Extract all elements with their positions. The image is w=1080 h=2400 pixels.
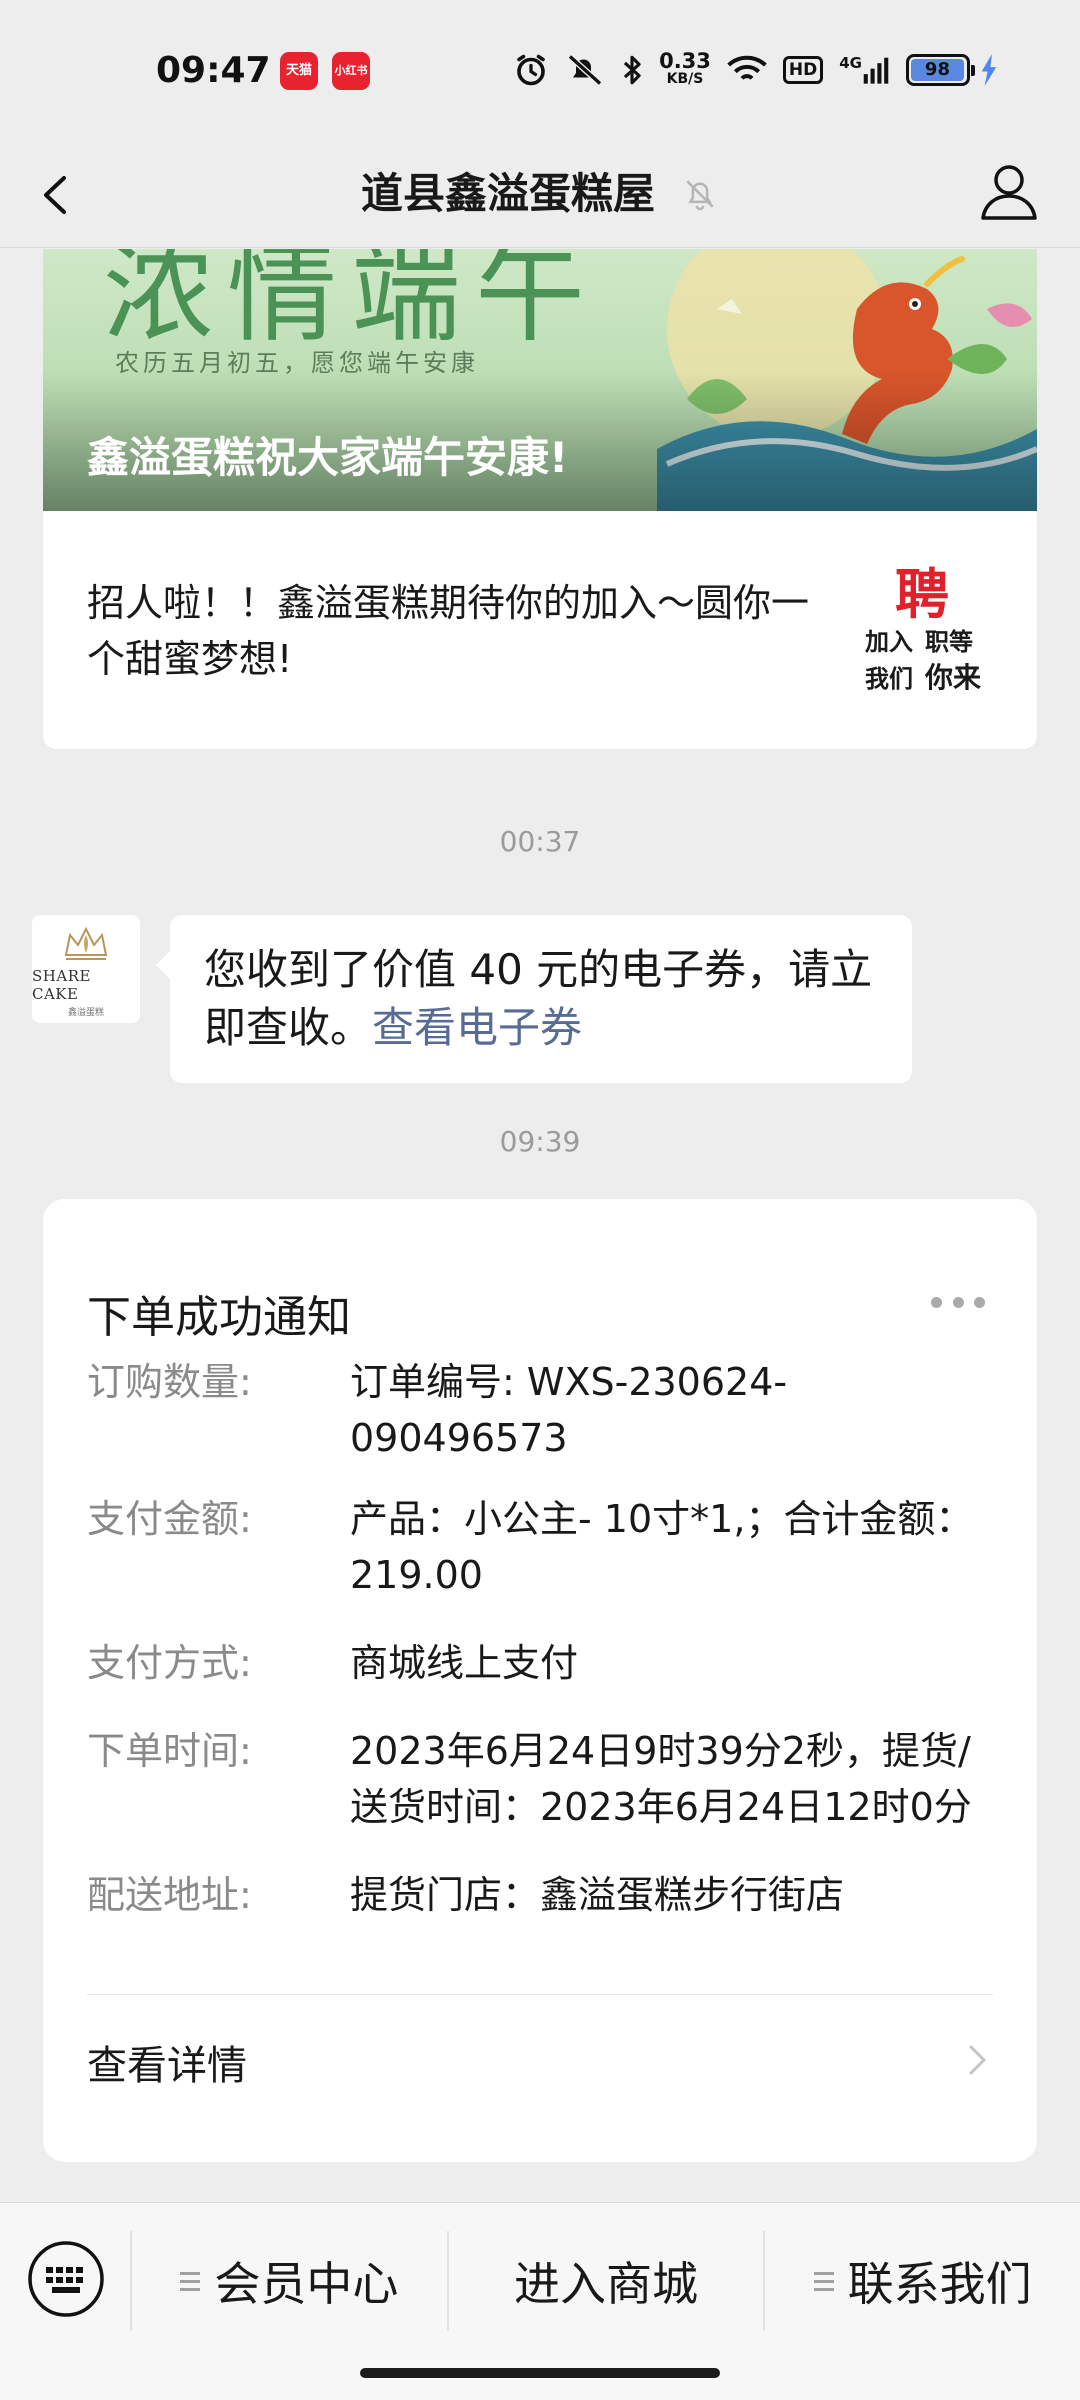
view-coupon-link[interactable]: 查看电子券	[372, 1003, 582, 1052]
article-item-text: 招人啦！！鑫溢蛋糕期待你的加入～圆你一个甜蜜梦想!	[87, 581, 810, 681]
submenu-icon	[813, 2271, 834, 2291]
bluetooth-icon	[621, 50, 643, 90]
person-icon[interactable]	[974, 156, 1044, 226]
menu-contact-us[interactable]: 联系我们	[763, 2231, 1080, 2331]
chat-title: 道县鑫溢蛋糕屋	[360, 169, 655, 218]
battery-icon: 98	[906, 54, 975, 86]
signal-type: 4G	[839, 54, 862, 72]
bell-muted-icon	[686, 180, 714, 211]
menu-enter-mall[interactable]: 进入商城	[446, 2231, 764, 2331]
divider	[87, 1994, 993, 1995]
notice-title: 下单成功通知	[87, 1292, 351, 1343]
battery-level: 98	[911, 59, 964, 81]
message-bubble[interactable]: 您收到了价值 40 元的电子券，请立即查收。查看电子券	[156, 915, 912, 1083]
order-notification-card[interactable]: 下单成功通知 订购数量: 订单编号: WXS-230624-090496573 …	[43, 1199, 1037, 2162]
field-value: 提货门店：鑫溢蛋糕步行街店	[350, 1873, 845, 1917]
wifi-icon	[727, 50, 767, 90]
status-icons: 0.33 KB/S HD 4G 98	[513, 48, 998, 92]
field-label: 支付金额:	[87, 1497, 252, 1541]
hd-icon: HD	[782, 56, 824, 84]
field-label: 订购数量:	[87, 1360, 252, 1404]
menu-label: 进入商城	[514, 2257, 698, 2311]
chat-header: 道县鑫溢蛋糕屋	[0, 140, 1080, 248]
thumb-char: 加入	[865, 628, 913, 656]
charging-icon	[980, 50, 998, 90]
thumb-char: 聘	[895, 563, 949, 626]
xiaohongshu-notification-icon: 小红书	[332, 52, 370, 90]
status-time: 09:47	[156, 50, 271, 91]
message-timestamp: 00:37	[499, 825, 581, 858]
view-details-link[interactable]: 查看详情	[87, 2033, 247, 2091]
crown-logo-icon	[64, 926, 108, 960]
article-banner[interactable]: 浓情端午 农历五月初五，愿您端午安康 鑫溢蛋糕祝大家端午安康!	[43, 249, 1037, 511]
net-speed-unit: KB/S	[666, 71, 704, 87]
avatar-brand: SHARE CAKE	[32, 966, 91, 1003]
article-title: 鑫溢蛋糕祝大家端午安康!	[87, 433, 569, 482]
menu-label: 会员中心	[214, 2257, 399, 2311]
recruit-thumbnail: 聘 加入 职等 我们 你来	[847, 555, 997, 705]
home-indicator[interactable]	[360, 2368, 720, 2378]
net-speed-value: 0.33	[659, 49, 711, 73]
message-timestamp: 09:39	[499, 1125, 581, 1158]
field-label: 下单时间:	[87, 1729, 252, 1773]
thumb-char: 你来	[924, 661, 981, 694]
thumb-char: 我们	[865, 665, 913, 693]
keyboard-icon[interactable]	[26, 2239, 106, 2319]
status-bar: 09:47 天猫 小红书 0.33 KB/S HD 4G 98	[0, 0, 1080, 140]
field-value: 订单编号: WXS-230624-090496573	[350, 1360, 788, 1460]
thumb-char: 职等	[925, 628, 973, 656]
menu-member-center[interactable]: 会员中心	[130, 2231, 447, 2331]
avatar[interactable]: SHARE CAKE 鑫溢蛋糕	[32, 915, 140, 1023]
field-value: 产品：小公主- 10寸*1,；合计金额：219.00	[350, 1497, 974, 1597]
article-card[interactable]: 浓情端午 农历五月初五，愿您端午安康 鑫溢蛋糕祝大家端午安康! 招人啦！！鑫溢蛋…	[43, 249, 1037, 749]
field-value: 2023年6月24日9时39分2秒，提货/送货时间：2023年6月24日12时0…	[350, 1729, 972, 1829]
field-value: 商城线上支付	[350, 1641, 579, 1685]
article-list-item[interactable]: 招人啦！！鑫溢蛋糕期待你的加入～圆你一个甜蜜梦想! 聘 加入 职等 我们 你来	[43, 511, 1037, 749]
tmall-notification-icon: 天猫	[280, 52, 318, 90]
alarm-icon	[513, 50, 549, 90]
net-speed: 0.33 KB/S	[659, 50, 711, 90]
signal-icon: 4G	[839, 50, 890, 90]
field-label: 配送地址:	[87, 1873, 252, 1917]
avatar-subtitle: 鑫溢蛋糕	[67, 1007, 104, 1018]
mute-icon	[565, 50, 605, 90]
submenu-icon	[180, 2271, 201, 2291]
more-options-icon[interactable]	[931, 1297, 985, 1311]
chat-messages: 浓情端午 农历五月初五，愿您端午安康 鑫溢蛋糕祝大家端午安康! 招人啦！！鑫溢蛋…	[0, 249, 1080, 2199]
field-label: 支付方式:	[87, 1641, 252, 1685]
menu-label: 联系我们	[847, 2257, 1032, 2311]
chevron-right-icon[interactable]	[957, 2035, 997, 2085]
menu: 会员中心 进入商城 联系我们	[130, 2231, 1080, 2331]
